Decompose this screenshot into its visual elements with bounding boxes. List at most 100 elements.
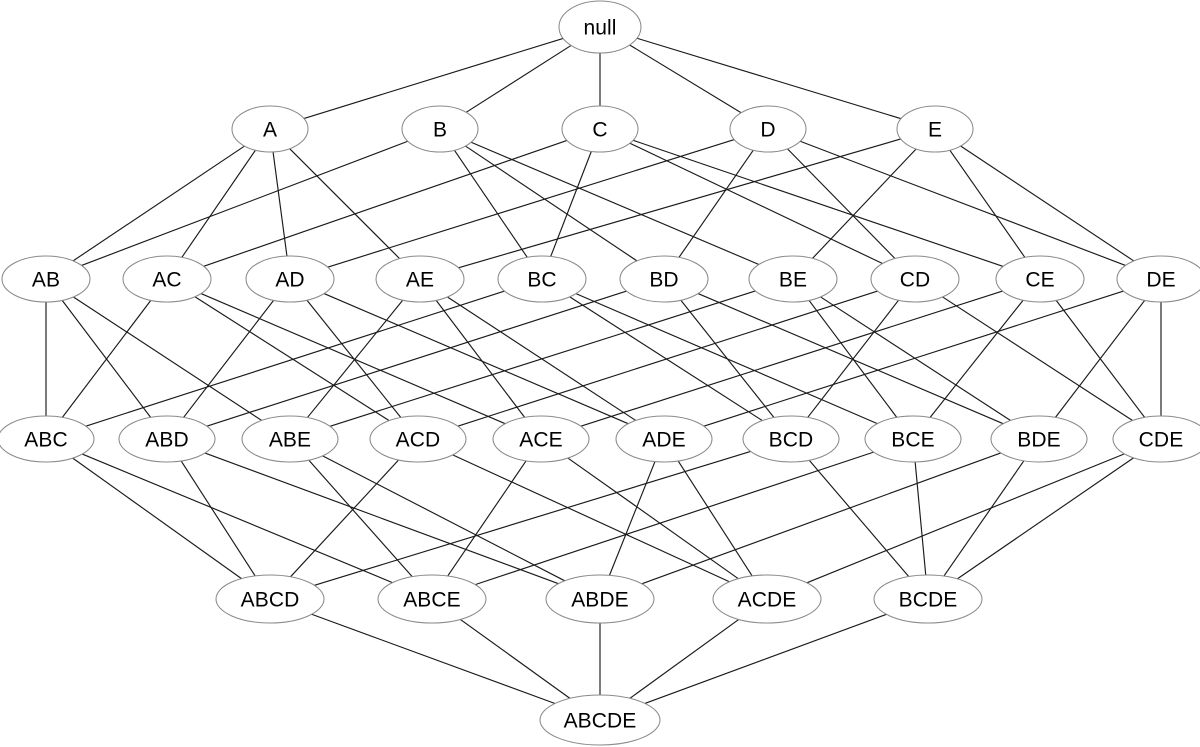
lattice-edge: [942, 296, 1133, 421]
lattice-edge: [81, 140, 409, 266]
node-label: ABC: [24, 429, 67, 452]
lattice-node[interactable]: CDE: [1112, 415, 1200, 463]
lattice-edge: [327, 139, 735, 268]
lattice-edge: [806, 453, 1125, 584]
lattice-edge: [929, 299, 1024, 418]
lattice-node[interactable]: ABCDE: [539, 694, 661, 746]
lattice-node[interactable]: DE: [1116, 255, 1200, 303]
lattice-edge: [641, 452, 1001, 585]
node-label: AE: [406, 269, 434, 292]
lattice-node[interactable]: null: [558, 0, 642, 54]
lattice-node[interactable]: D: [729, 105, 807, 153]
node-label: AC: [152, 269, 181, 292]
lattice-edge: [180, 460, 256, 577]
lattice-edge: [203, 139, 568, 267]
node-label: ABCDE: [564, 710, 637, 733]
node-label: CDE: [1139, 429, 1184, 452]
node-label: ABD: [145, 429, 188, 452]
lattice-node[interactable]: BCDE: [873, 574, 983, 624]
lattice-edge: [475, 451, 874, 586]
node-label: AD: [275, 269, 304, 292]
lattice-diagram-canvas: null A B C D E AB AC AD AE BC BD BE CD CE DE ABC ABD ABE AC…: [0, 0, 1200, 747]
lattice-node[interactable]: ABD: [118, 415, 216, 463]
lattice-edge: [460, 618, 571, 699]
lattice-edge: [629, 142, 883, 265]
lattice-edge: [677, 460, 753, 577]
node-label: E: [928, 119, 942, 142]
lattice-node[interactable]: BE: [748, 255, 838, 303]
lattice-edge: [786, 148, 896, 259]
lattice-edge: [311, 613, 556, 705]
node-label: AB: [32, 269, 60, 292]
lattice-edge: [72, 457, 242, 580]
lattice-edge: [808, 459, 910, 577]
lattice-node[interactable]: BD: [619, 255, 709, 303]
lattice-edge: [629, 618, 740, 699]
lattice-node[interactable]: CD: [870, 255, 960, 303]
lattice-edge: [678, 149, 754, 258]
node-label: D: [760, 119, 775, 142]
node-label: BDE: [1017, 429, 1060, 452]
lattice-edge: [85, 290, 505, 427]
lattice-node[interactable]: A: [231, 105, 309, 153]
lattice-node[interactable]: BC: [497, 255, 587, 303]
lattice-node[interactable]: CE: [995, 255, 1085, 303]
node-label: ABCD: [241, 589, 300, 612]
subset-lattice-graph: nullA B C D EAB AC AD AE BC BD BE CD CE DEABC ABD ABE AC…: [0, 0, 1200, 746]
lattice-node[interactable]: B: [401, 105, 479, 153]
lattice-edge: [703, 290, 1124, 427]
lattice-node[interactable]: AC: [122, 255, 212, 303]
lattice-edge: [608, 461, 656, 576]
node-label: ABCE: [403, 589, 461, 612]
lattice-node[interactable]: E: [896, 105, 974, 153]
lattice-node[interactable]: BDE: [990, 415, 1088, 463]
lattice-node[interactable]: ADE: [615, 415, 713, 463]
lattice-node[interactable]: C: [561, 105, 639, 153]
lattice-edge: [949, 149, 1026, 258]
node-label: BCD: [769, 429, 814, 452]
lattice-edge: [914, 461, 927, 576]
lattice-node[interactable]: AB: [1, 255, 91, 303]
node-label: null: [583, 17, 616, 40]
lattice-edge: [550, 151, 592, 257]
lattice-edge: [632, 139, 1004, 267]
lattice-node[interactable]: BCE: [864, 415, 962, 463]
node-label: BCE: [891, 429, 934, 452]
lattice-edge: [465, 44, 572, 113]
lattice-edge: [567, 457, 739, 580]
lattice-edge: [457, 290, 878, 427]
lattice-node[interactable]: ACE: [492, 415, 590, 463]
lattice-edge: [697, 293, 1004, 425]
node-label: CD: [900, 269, 931, 292]
lattice-node[interactable]: ABCD: [215, 574, 325, 624]
lattice-edge: [943, 460, 1025, 577]
node-label: CE: [1025, 269, 1054, 292]
node-label: ACDE: [738, 589, 797, 612]
node-label: BC: [527, 269, 556, 292]
lattice-edge: [458, 138, 901, 269]
lattice-edge: [194, 296, 390, 422]
lattice-node[interactable]: BCD: [742, 415, 840, 463]
node-label: ABDE: [571, 589, 629, 612]
node-label: A: [263, 119, 277, 142]
lattice-node[interactable]: ABDE: [545, 574, 655, 624]
node-label: DE: [1146, 269, 1175, 292]
lattice-node[interactable]: AE: [375, 255, 465, 303]
lattice-node[interactable]: ACD: [369, 415, 467, 463]
lattice-edge: [447, 460, 527, 577]
lattice-edge: [82, 453, 393, 584]
lattice-edge: [308, 459, 413, 578]
node-label: C: [592, 119, 607, 142]
lattice-node[interactable]: ABE: [241, 415, 339, 463]
node-label: B: [433, 119, 447, 142]
lattice-node[interactable]: ACDE: [712, 574, 822, 624]
node-label: BE: [779, 269, 807, 292]
lattice-node[interactable]: ABC: [0, 415, 95, 463]
lattice-node[interactable]: AD: [245, 255, 335, 303]
node-label: ACD: [396, 429, 441, 452]
lattice-edge: [644, 613, 887, 704]
lattice-node[interactable]: ABCE: [377, 574, 487, 624]
lattice-edge: [73, 296, 262, 421]
node-label: BCDE: [899, 589, 958, 612]
node-label: ADE: [642, 429, 685, 452]
